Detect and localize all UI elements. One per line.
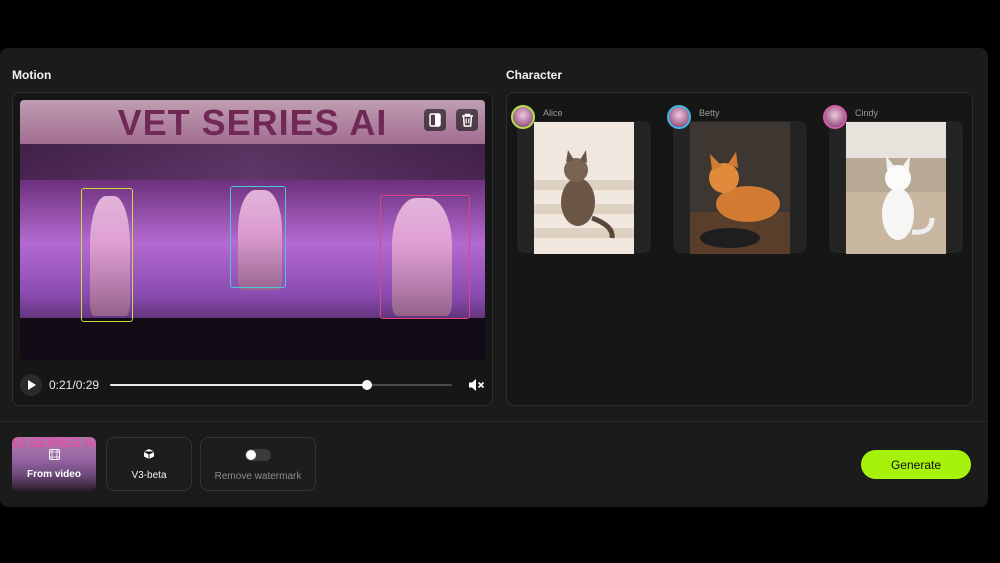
motion-panel: VET SERIES AI 0:21/0:29 [12, 92, 493, 406]
divider [0, 421, 988, 422]
seek-progress [110, 384, 367, 386]
generate-button[interactable]: Generate [861, 450, 971, 479]
video-grid-icon [49, 449, 60, 460]
video-overlay-text: VET SERIES AI [117, 102, 388, 143]
video-banner: VET SERIES AI [20, 100, 485, 144]
split-icon [429, 113, 441, 127]
mute-button[interactable] [467, 376, 485, 394]
trash-icon [461, 113, 473, 127]
video-preview[interactable]: VET SERIES AI [20, 100, 485, 360]
stage-lights [20, 144, 485, 180]
character-name: Betty [699, 108, 720, 118]
motion-title: Motion [12, 68, 52, 82]
avatar [511, 105, 535, 129]
avatar [667, 105, 691, 129]
character-card-cindy[interactable]: Cindy [823, 105, 963, 254]
character-photo [534, 122, 634, 254]
delete-button[interactable] [456, 109, 478, 131]
time-readout: 0:21/0:29 [49, 378, 100, 392]
character-card-alice[interactable]: Alice [511, 105, 651, 254]
tracking-box [380, 195, 470, 319]
mute-icon [469, 379, 485, 391]
tracking-box [230, 186, 286, 288]
character-photo [690, 122, 790, 254]
split-button[interactable] [424, 109, 446, 131]
character-name: Alice [543, 108, 563, 118]
play-button[interactable] [20, 374, 42, 396]
source-label: From video [27, 469, 81, 480]
cube-icon [143, 449, 155, 459]
model-selector[interactable]: V3-beta [106, 437, 192, 491]
watermark-option[interactable]: Remove watermark [200, 437, 316, 491]
character-name: Cindy [855, 108, 879, 118]
tracking-box [81, 188, 133, 322]
character-card-betty[interactable]: Betty [667, 105, 807, 254]
source-selector[interactable]: EI SERIES AI From video [12, 437, 96, 491]
seek-handle[interactable] [361, 380, 372, 390]
model-label: V3-beta [131, 470, 167, 481]
player-controls: 0:21/0:29 [20, 373, 485, 397]
seek-bar[interactable] [110, 380, 452, 390]
avatar [823, 105, 847, 129]
watermark-label: Remove watermark [214, 471, 302, 482]
character-panel: Alice Betty Cindy [506, 92, 973, 406]
stage-floor [20, 318, 485, 360]
character-photo [846, 122, 946, 254]
character-title: Character [506, 68, 563, 82]
watermark-toggle[interactable] [245, 449, 271, 461]
